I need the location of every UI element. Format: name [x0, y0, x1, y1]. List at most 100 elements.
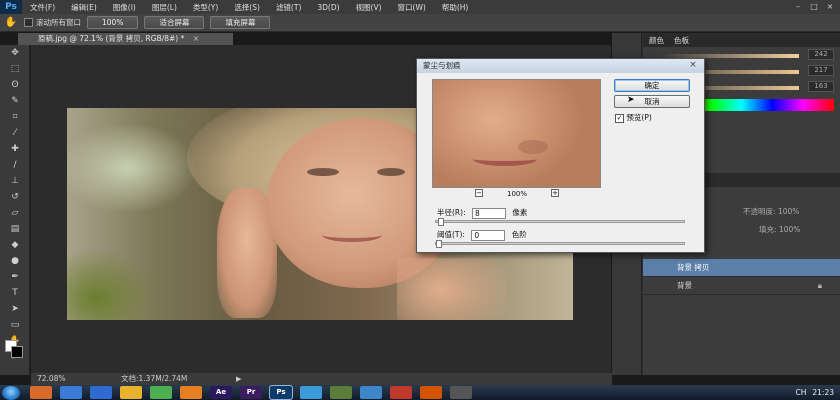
blur-icon[interactable]: ◆	[0, 237, 30, 253]
menu-file[interactable]: 文件(F)	[22, 2, 63, 13]
input-language[interactable]: CH	[795, 388, 806, 397]
taskbar-app-4[interactable]	[150, 386, 172, 399]
mouse-cursor-icon: ➤	[627, 95, 635, 105]
document-tab[interactable]: 原稿.jpg @ 72.1% (背景 拷贝, RGB/8#) * ×	[18, 33, 233, 45]
menu-filter[interactable]: 滤镜(T)	[268, 2, 309, 13]
ok-button[interactable]: 确定	[614, 79, 690, 92]
document-tab-title: 原稿.jpg @ 72.1% (背景 拷贝, RGB/8#) *	[38, 34, 185, 43]
crop-icon[interactable]: ⌗	[0, 109, 30, 125]
dust-scratches-dialog: 蒙尘与划痕 × − 100% + 确定 取消 ➤ ✓ 预览(P) 半径(R): …	[416, 58, 705, 253]
tab-color[interactable]: 颜色	[649, 35, 664, 46]
threshold-input[interactable]: 0	[471, 229, 506, 241]
taskbar-app-1[interactable]	[60, 386, 82, 399]
taskbar-app-3[interactable]	[120, 386, 142, 399]
type-icon[interactable]: T	[0, 285, 30, 301]
lock-icon: 🔒︎	[817, 281, 822, 290]
taskbar-app-13[interactable]	[420, 386, 442, 399]
radius-slider-thumb[interactable]	[438, 218, 444, 226]
close-button[interactable]: ×	[824, 1, 836, 12]
menu-type[interactable]: 类型(Y)	[185, 2, 226, 13]
hand-tool-icon[interactable]: ✋	[4, 16, 18, 30]
fit-screen-button[interactable]: 适合屏幕	[144, 16, 205, 29]
menu-select[interactable]: 选择(S)	[226, 2, 268, 13]
preview-option[interactable]: ✓ 预览(P)	[615, 112, 652, 123]
start-button[interactable]	[2, 385, 20, 400]
menu-view[interactable]: 视图(V)	[348, 2, 390, 13]
threshold-row: 阈值(T): 0 色阶	[437, 229, 527, 241]
preview-checkbox[interactable]: ✓	[615, 113, 624, 123]
pen-icon[interactable]: ✒	[0, 269, 30, 285]
filter-preview[interactable]	[432, 79, 601, 188]
status-zoom[interactable]: 72.08%	[37, 373, 66, 385]
eyedropper-icon[interactable]: ⁄	[0, 125, 30, 141]
preview-zoom-in-button[interactable]: +	[551, 189, 559, 197]
taskbar-app-0[interactable]	[30, 386, 52, 399]
taskbar-app-9[interactable]	[300, 386, 322, 399]
opacity-value[interactable]: 100%	[778, 207, 799, 216]
move-icon[interactable]: ✥	[0, 45, 30, 61]
system-tray: CH 21:23	[795, 385, 834, 400]
threshold-label: 阈值(T):	[437, 230, 465, 239]
cancel-button[interactable]: 取消	[614, 95, 690, 108]
threshold-slider-thumb[interactable]	[436, 240, 442, 248]
menu-3d[interactable]: 3D(D)	[309, 3, 347, 12]
menu-edit[interactable]: 编辑(E)	[63, 2, 105, 13]
zoom-100-button[interactable]: 100%	[87, 16, 139, 29]
taskbar-app-10[interactable]	[330, 386, 352, 399]
taskbar-app-12[interactable]	[390, 386, 412, 399]
menu-bar: Ps 文件(F) 编辑(E) 图像(I) 图层(L) 类型(Y) 选择(S) 滤…	[0, 0, 840, 14]
dialog-title: 蒙尘与划痕	[417, 59, 704, 73]
shape-icon[interactable]: ▭	[0, 317, 30, 333]
radius-slider[interactable]	[435, 218, 685, 226]
status-menu-arrow-icon[interactable]: ▶	[236, 373, 241, 385]
taskbar-app-14[interactable]	[450, 386, 472, 399]
taskbar-app-8[interactable]: Ps	[270, 386, 292, 399]
brush-icon[interactable]: ∕	[0, 157, 30, 173]
menu-help[interactable]: 帮助(H)	[434, 2, 477, 13]
scroll-all-checkbox[interactable]	[24, 18, 33, 27]
taskbar-app-7[interactable]: Pr	[240, 386, 262, 399]
menu-layer[interactable]: 图层(L)	[144, 2, 185, 13]
taskbar-app-11[interactable]	[360, 386, 382, 399]
color-value-blue[interactable]: 163	[808, 81, 834, 92]
path-select-icon[interactable]: ➤	[0, 301, 30, 317]
menu-image[interactable]: 图像(I)	[105, 2, 144, 13]
minimize-button[interactable]: –	[792, 1, 804, 12]
radius-input[interactable]: 8	[471, 207, 506, 219]
quick-select-icon[interactable]: ✎	[0, 93, 30, 109]
stamp-icon[interactable]: ⊥	[0, 173, 30, 189]
color-panel-tabs: 颜色 色板	[643, 33, 840, 47]
radius-unit: 像素	[512, 208, 528, 217]
layer-row-background[interactable]: 背景 🔒︎	[643, 277, 840, 295]
preview-mouth	[473, 152, 537, 166]
menu-window[interactable]: 窗口(W)	[390, 2, 434, 13]
taskbar-app-6[interactable]: Ae	[210, 386, 232, 399]
fill-screen-button[interactable]: 填充屏幕	[210, 16, 271, 29]
color-value-red[interactable]: 242	[808, 49, 834, 60]
windows-taskbar: Ae Pr Ps CH 21:23	[0, 385, 840, 400]
lasso-icon[interactable]: ʘ	[0, 77, 30, 93]
marquee-icon[interactable]: ⬚	[0, 61, 30, 77]
close-document-icon[interactable]: ×	[193, 34, 199, 43]
taskbar-app-5[interactable]	[180, 386, 202, 399]
layer-name: 背景	[677, 281, 692, 290]
tab-swatches[interactable]: 色板	[674, 35, 689, 46]
maximize-button[interactable]: □	[808, 1, 820, 12]
dodge-icon[interactable]: ●	[0, 253, 30, 269]
background-color-swatch[interactable]	[11, 346, 23, 358]
tools-panel: ✥⬚ʘ✎⌗⁄✚∕⊥↺▱▤◆●✒T➤▭✋⌕	[0, 45, 30, 375]
layer-name: 背景 拷贝	[677, 263, 710, 272]
scroll-all-windows-option[interactable]: 滚动所有窗口	[24, 17, 81, 28]
status-bar: 72.08% 文档:1.37M/2.74M ▶	[31, 373, 612, 385]
threshold-slider[interactable]	[435, 240, 685, 248]
history-brush-icon[interactable]: ↺	[0, 189, 30, 205]
gradient-icon[interactable]: ▤	[0, 221, 30, 237]
color-value-green[interactable]: 217	[808, 65, 834, 76]
dialog-close-icon[interactable]: ×	[686, 60, 700, 71]
eraser-icon[interactable]: ▱	[0, 205, 30, 221]
layer-row-background-copy[interactable]: 背景 拷贝	[643, 259, 840, 277]
clock[interactable]: 21:23	[812, 388, 834, 397]
taskbar-app-2[interactable]	[90, 386, 112, 399]
fill-value[interactable]: 100%	[779, 225, 800, 234]
healing-icon[interactable]: ✚	[0, 141, 30, 157]
